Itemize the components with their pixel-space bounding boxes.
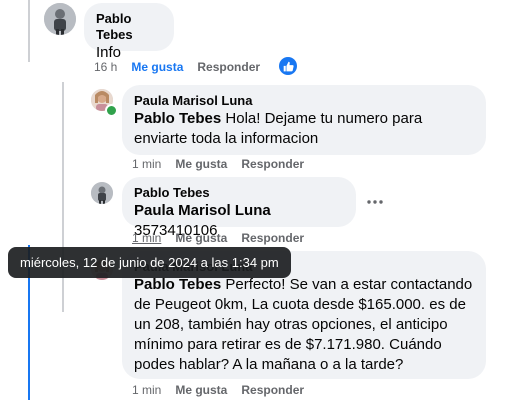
comment-text: Pablo Tebes Hola! Dejame tu numero para … (134, 109, 474, 149)
like-button[interactable]: Me gusta (131, 60, 183, 74)
more-options-icon[interactable] (362, 189, 388, 215)
comment-bubble: Paula Marisol Luna Pablo Tebes Hola! Dej… (122, 85, 486, 155)
reply-button[interactable]: Responder (241, 157, 304, 171)
comment-bubble: Pablo Tebes Info (84, 3, 174, 61)
comment-text: Pablo Tebes Perfecto! Se van a estar con… (134, 275, 474, 375)
comment-time[interactable]: 16 h (94, 60, 117, 74)
comment-time[interactable]: 1 min (132, 383, 161, 397)
mention-link[interactable]: Pablo Tebes (134, 276, 221, 293)
comment-bubble: Pablo Tebes Paula Marisol Luna 357341010… (122, 177, 356, 239)
avatar-pablo[interactable] (91, 182, 113, 204)
reply-button[interactable]: Responder (241, 383, 304, 397)
comment-meta: 1 min Me gusta Responder (132, 231, 318, 245)
comment-time[interactable]: 1 min (132, 231, 161, 245)
thumbs-up-icon[interactable] (279, 57, 297, 75)
comment-meta: 1 min Me gusta Responder (132, 157, 318, 171)
thread-line (28, 0, 30, 62)
like-button[interactable]: Me gusta (175, 383, 227, 397)
comment-author[interactable]: Pablo Tebes (96, 11, 162, 43)
mention-link[interactable]: Pablo Tebes (134, 110, 221, 127)
mention-link[interactable]: Paula Marisol Luna (134, 202, 271, 219)
comment-meta: 1 min Me gusta Responder (132, 383, 318, 397)
reply-button[interactable]: Responder (241, 231, 304, 245)
comment-author[interactable]: Paula Marisol Luna (134, 93, 474, 109)
comment-time[interactable]: 1 min (132, 157, 161, 171)
comment-author[interactable]: Pablo Tebes (134, 185, 344, 201)
comment-meta: 16 h Me gusta Responder (94, 60, 274, 74)
reply-button[interactable]: Responder (197, 60, 260, 74)
like-button[interactable]: Me gusta (175, 231, 227, 245)
online-status-icon (105, 104, 118, 117)
avatar-pablo[interactable] (44, 3, 76, 35)
timestamp-tooltip: miércoles, 12 de junio de 2024 a las 1:3… (8, 247, 291, 278)
like-button[interactable]: Me gusta (175, 157, 227, 171)
